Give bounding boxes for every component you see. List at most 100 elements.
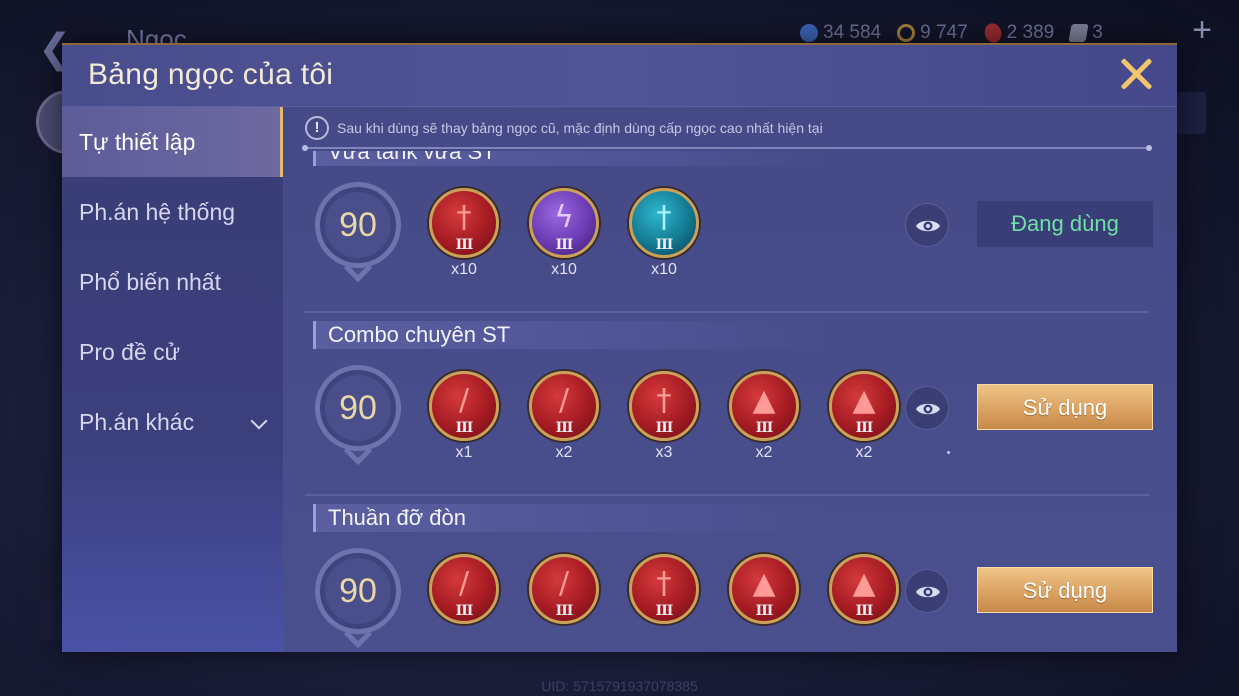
blade-icon: ∕ (458, 383, 470, 418)
sidebar-item-label: Tự thiết lập (79, 128, 196, 155)
sidebar-item-label: Ph.án khác (79, 408, 195, 435)
rune-tier: III (455, 237, 474, 253)
rune-count: x2 (555, 444, 573, 461)
sidebar-item-custom[interactable]: Tự thiết lập (62, 107, 283, 177)
rune-set: Combo chuyên ST 90 ∕ III x1 ∕ III x2 † I… (283, 321, 1177, 504)
rune-tier: III (555, 420, 574, 436)
rune-gem[interactable]: † III x3 (629, 371, 699, 467)
gold-coin-icon (897, 24, 916, 42)
spike-icon: ▲ (852, 566, 876, 601)
sidebar-item-label: Pro đề cử (79, 338, 181, 365)
rune-gem[interactable]: ∕ III (429, 554, 499, 650)
sparkle (947, 451, 950, 454)
rune-tier: III (455, 603, 474, 619)
currency-value: 2 389 (1006, 22, 1055, 43)
use-button[interactable]: Sử dụng (977, 567, 1153, 613)
currency-value: 9 747 (920, 22, 968, 43)
modal-header: Bảng ngọc của tôi (62, 45, 1177, 107)
blade-icon: ∕ (458, 566, 470, 601)
rune-set-list[interactable]: Vừa tank vừa ST 90 † III x10 ϟ III x10 †… (283, 151, 1177, 652)
close-icon[interactable] (1119, 56, 1155, 92)
currency-red: 2 389 (980, 20, 1055, 46)
notice: ! Sau khi dùng sẽ thay bảng ngọc cũ, mặc… (305, 115, 823, 141)
sidebar-item-label: Ph.án hệ thống (79, 198, 236, 225)
rune-tier: III (455, 420, 474, 436)
set-title: Combo chuyên ST (328, 322, 511, 347)
eye-icon[interactable] (905, 386, 949, 430)
level-value: 90 (339, 389, 377, 427)
rune-gems: ∕ III x1 ∕ III x2 † III x3 ▲ III x2 ▲ II… (429, 371, 899, 467)
currency-value: 3 (1092, 22, 1103, 43)
card-icon (1068, 24, 1089, 42)
rune-count: x10 (651, 261, 677, 278)
set-title: Vừa tank vừa ST (328, 151, 496, 164)
rune-tier: III (855, 603, 874, 619)
level-badge: 90 (315, 548, 401, 649)
rune-tier: III (755, 603, 774, 619)
rune-gem[interactable]: ∕ III x2 (529, 371, 599, 467)
divider (305, 494, 1149, 496)
rune-set: Vừa tank vừa ST 90 † III x10 ϟ III x10 †… (283, 151, 1177, 321)
rune-gem[interactable]: † III x10 (629, 188, 699, 284)
sidebar-item-popular[interactable]: Phổ biến nhất (62, 247, 283, 317)
sidebar-item-other[interactable]: Ph.án khác (62, 387, 283, 457)
rune-gem[interactable]: ▲ III x2 (829, 371, 899, 467)
use-button[interactable]: Sử dụng (977, 384, 1153, 430)
level-value: 90 (339, 206, 377, 244)
content-area: ! Sau khi dùng sẽ thay bảng ngọc cũ, mặc… (283, 107, 1177, 652)
blade-icon: ∕ (558, 566, 570, 601)
spike-icon: ▲ (852, 383, 876, 418)
sidebar-item-pro[interactable]: Pro đề cử (62, 317, 283, 387)
rune-gem[interactable]: ∕ III x1 (429, 371, 499, 467)
set-title: Thuần đỡ đòn (328, 505, 466, 530)
blue-gem-icon (800, 24, 818, 42)
currency-gold: 9 747 (897, 22, 968, 44)
red-crystal-icon (980, 20, 1005, 46)
rune-gems: † III x10 ϟ III x10 † III x10 (429, 188, 699, 284)
rune-gem[interactable]: ▲ III (829, 554, 899, 650)
rune-tier: III (655, 237, 674, 253)
divider (302, 145, 1152, 151)
set-header: Vừa tank vừa ST (313, 151, 833, 166)
spike-icon: ▲ (752, 383, 776, 418)
sword-icon: † (656, 200, 672, 235)
background-bar (40, 600, 62, 640)
rune-gem[interactable]: ∕ III (529, 554, 599, 650)
rune-gem[interactable]: ▲ III (729, 554, 799, 650)
sword-icon: † (656, 566, 672, 601)
set-header: Combo chuyên ST (313, 321, 833, 349)
eye-icon[interactable] (905, 569, 949, 613)
sidebar: Tự thiết lập Ph.án hệ thống Phổ biến nhấ… (62, 107, 283, 652)
rune-tier: III (855, 420, 874, 436)
lightning-icon: ϟ (554, 200, 574, 235)
info-icon: ! (305, 116, 329, 140)
notice-text: Sau khi dùng sẽ thay bảng ngọc cũ, mặc đ… (337, 120, 823, 136)
sidebar-item-system[interactable]: Ph.án hệ thống (62, 177, 283, 247)
rune-tier: III (555, 237, 574, 253)
rune-tier: III (655, 603, 674, 619)
chevron-down-icon (250, 412, 268, 430)
background-panel (1176, 92, 1206, 134)
sword-icon: † (656, 383, 672, 418)
rune-gem[interactable]: † III (629, 554, 699, 650)
rune-count: x10 (551, 261, 577, 278)
rune-tier: III (755, 420, 774, 436)
in-use-button[interactable]: Đang dùng (977, 201, 1153, 247)
eye-icon[interactable] (905, 203, 949, 247)
rune-count: x10 (451, 261, 477, 278)
modal-title: Bảng ngọc của tôi (88, 58, 334, 91)
blade-icon: ∕ (558, 383, 570, 418)
plus-icon[interactable]: + (1186, 13, 1218, 47)
divider (305, 311, 1149, 313)
sidebar-item-label: Phổ biến nhất (79, 268, 221, 295)
rune-count: x2 (755, 444, 773, 461)
rune-gem[interactable]: ▲ III x2 (729, 371, 799, 467)
rune-gem[interactable]: † III x10 (429, 188, 499, 284)
currency-value: 34 584 (823, 22, 882, 43)
rune-tier: III (555, 603, 574, 619)
rune-gem[interactable]: ϟ III x10 (529, 188, 599, 284)
set-header: Thuần đỡ đòn (313, 504, 833, 532)
currency-blue: 34 584 (800, 22, 881, 44)
rune-tier: III (655, 420, 674, 436)
rune-set: Thuần đỡ đòn 90 ∕ III ∕ III † III ▲ III … (283, 504, 1177, 652)
